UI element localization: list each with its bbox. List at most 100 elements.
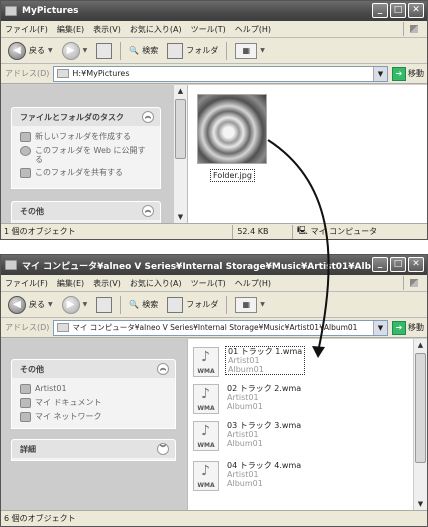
folder-jpg-thumbnail[interactable] bbox=[197, 94, 267, 164]
menu-view[interactable]: 表示(V) bbox=[93, 278, 121, 289]
scroll-thumb[interactable] bbox=[415, 353, 426, 463]
menu-bar: ファイル(F) 編集(E) 表示(V) お気に入り(A) ツール(T) ヘルプ(… bbox=[1, 275, 427, 292]
back-button[interactable]: ◀ 戻る ▼ bbox=[5, 294, 56, 316]
views-icon: ▦ bbox=[235, 42, 258, 59]
wma-file-icon[interactable]: WMA bbox=[193, 421, 219, 451]
menu-favorites[interactable]: お気に入り(A) bbox=[130, 278, 182, 289]
folders-icon bbox=[167, 42, 184, 59]
track-artist: Artist01 bbox=[227, 430, 259, 439]
menu-help[interactable]: ヘルプ(H) bbox=[235, 24, 271, 35]
panel-title: ファイルとフォルダのタスク bbox=[20, 112, 124, 122]
maximize-button[interactable]: □ bbox=[390, 3, 406, 18]
panel-header[interactable]: その他 ︽ bbox=[12, 202, 160, 220]
place-artist01[interactable]: Artist01 bbox=[20, 384, 167, 394]
file-name-label[interactable]: Folder.jpg bbox=[210, 169, 255, 182]
panel-title: 詳細 bbox=[20, 444, 36, 454]
expand-chevron-icon[interactable]: ︾ bbox=[157, 443, 169, 455]
file-type-badge: WMA bbox=[197, 482, 215, 489]
folders-button[interactable]: フォルダ bbox=[164, 294, 221, 316]
address-dropdown-button[interactable]: ▼ bbox=[373, 66, 387, 81]
computer-icon: 🖳 bbox=[296, 225, 308, 235]
title-bar[interactable]: マイ コンピュータ¥alneo V Series¥Internal Storag… bbox=[1, 255, 427, 275]
collapse-chevron-icon[interactable]: ︽ bbox=[142, 111, 154, 123]
track-item[interactable]: 04 トラック 4.wma Artist01 Album01 bbox=[227, 461, 301, 488]
up-folder-button[interactable] bbox=[93, 294, 115, 316]
menu-file[interactable]: ファイル(F) bbox=[5, 24, 48, 35]
file-folder-tasks-panel: ファイルとフォルダのタスク ︽ 新しいフォルダを作成する このフォルダを Web… bbox=[11, 107, 161, 189]
close-button[interactable]: ✕ bbox=[408, 257, 424, 272]
track-item[interactable]: 03 トラック 3.wma Artist01 Album01 bbox=[227, 421, 301, 448]
panel-header[interactable]: ファイルとフォルダのタスク ︽ bbox=[12, 108, 160, 126]
panel-header[interactable]: その他 ︽ bbox=[12, 360, 175, 378]
track-item-selected[interactable]: 01 トラック 1.wma Artist01 Album01 bbox=[225, 346, 306, 375]
maximize-button[interactable]: □ bbox=[390, 257, 406, 272]
status-location-cell: 🖳 マイ コンピュータ bbox=[291, 224, 427, 239]
menu-help[interactable]: ヘルプ(H) bbox=[235, 278, 271, 289]
track-artist: Artist01 bbox=[227, 393, 259, 402]
content-scrollbar[interactable]: ▲ ▼ bbox=[413, 339, 427, 511]
status-location: マイ コンピュータ bbox=[310, 227, 378, 236]
chevron-down-icon: ▼ bbox=[82, 301, 88, 308]
task-share-folder[interactable]: このフォルダを共有する bbox=[20, 168, 152, 178]
menu-favorites[interactable]: お気に入り(A) bbox=[130, 24, 182, 35]
task-pane-scrollbar[interactable]: ▲ ▼ bbox=[173, 85, 187, 224]
minimize-button[interactable]: _ bbox=[372, 257, 388, 272]
track-name: 02 トラック 2.wma bbox=[227, 384, 302, 393]
scroll-up-icon[interactable]: ▲ bbox=[174, 85, 187, 98]
toolbar-separator bbox=[226, 295, 228, 314]
scroll-up-icon[interactable]: ▲ bbox=[414, 339, 427, 352]
go-button[interactable]: ➔ 移動 bbox=[392, 66, 427, 81]
windows-logo-icon bbox=[403, 276, 423, 290]
place-my-documents[interactable]: マイ ドキュメント bbox=[20, 398, 167, 408]
menu-tools[interactable]: ツール(T) bbox=[191, 24, 226, 35]
close-button[interactable]: ✕ bbox=[408, 3, 424, 18]
folders-button[interactable]: フォルダ bbox=[164, 40, 221, 62]
up-folder-button[interactable] bbox=[93, 40, 115, 62]
wma-file-icon[interactable]: WMA bbox=[193, 347, 219, 377]
track-item[interactable]: 02 トラック 2.wma Artist01 Album01 bbox=[227, 384, 301, 411]
file-type-badge: WMA bbox=[197, 405, 215, 412]
collapse-chevron-icon[interactable]: ︽ bbox=[142, 205, 154, 217]
views-button[interactable]: ▦ ▼ bbox=[232, 294, 268, 316]
place-label: Artist01 bbox=[35, 384, 67, 393]
address-bar: アドレス(D) H:¥MyPictures ▼ ➔ 移動 bbox=[1, 64, 427, 84]
title-bar[interactable]: MyPictures _ □ ✕ bbox=[1, 1, 427, 21]
folders-label: フォルダ bbox=[186, 46, 219, 55]
place-my-network[interactable]: マイ ネットワーク bbox=[20, 412, 167, 422]
address-input[interactable]: マイ コンピュータ¥alneo V Series¥Internal Storag… bbox=[53, 319, 388, 336]
task-label: このフォルダを共有する bbox=[35, 168, 123, 177]
scroll-thumb[interactable] bbox=[175, 99, 186, 159]
collapse-chevron-icon[interactable]: ︽ bbox=[157, 363, 169, 375]
forward-button[interactable]: ▶ ▼ bbox=[59, 294, 91, 316]
go-button[interactable]: ➔ 移動 bbox=[392, 320, 427, 335]
window-title: マイ コンピュータ¥alneo V Series¥Internal Storag… bbox=[22, 261, 382, 272]
task-new-folder[interactable]: 新しいフォルダを作成する bbox=[20, 132, 152, 142]
wma-file-icon[interactable]: WMA bbox=[193, 384, 219, 414]
track-name: 01 トラック 1.wma bbox=[228, 347, 303, 356]
task-publish-web[interactable]: このフォルダを Web に公開する bbox=[20, 146, 152, 164]
share-folder-icon bbox=[20, 168, 31, 178]
menu-tools[interactable]: ツール(T) bbox=[191, 278, 226, 289]
address-input[interactable]: H:¥MyPictures ▼ bbox=[53, 65, 388, 82]
menu-file[interactable]: ファイル(F) bbox=[5, 278, 48, 289]
go-arrow-icon: ➔ bbox=[392, 320, 406, 335]
back-label: 戻る bbox=[29, 46, 45, 55]
menu-edit[interactable]: 編集(E) bbox=[57, 278, 84, 289]
views-button[interactable]: ▦ ▼ bbox=[232, 40, 268, 62]
menu-view[interactable]: 表示(V) bbox=[93, 24, 121, 35]
track-album: Album01 bbox=[227, 402, 263, 411]
search-button[interactable]: 🔍 検索 bbox=[126, 294, 161, 316]
forward-button[interactable]: ▶ ▼ bbox=[59, 40, 91, 62]
minimize-button[interactable]: _ bbox=[372, 3, 388, 18]
menu-edit[interactable]: 編集(E) bbox=[57, 24, 84, 35]
address-dropdown-button[interactable]: ▼ bbox=[373, 320, 387, 335]
chevron-down-icon: ▼ bbox=[48, 301, 53, 308]
folder-icon bbox=[5, 6, 17, 16]
back-button[interactable]: ◀ 戻る ▼ bbox=[5, 40, 56, 62]
status-count: 1 個のオブジェクト bbox=[4, 227, 76, 236]
panel-header[interactable]: 詳細 ︾ bbox=[12, 440, 175, 458]
wma-file-icon[interactable]: WMA bbox=[193, 461, 219, 491]
chevron-down-icon: ▼ bbox=[260, 47, 265, 54]
file-type-badge: WMA bbox=[197, 442, 215, 449]
search-button[interactable]: 🔍 検索 bbox=[126, 40, 161, 62]
